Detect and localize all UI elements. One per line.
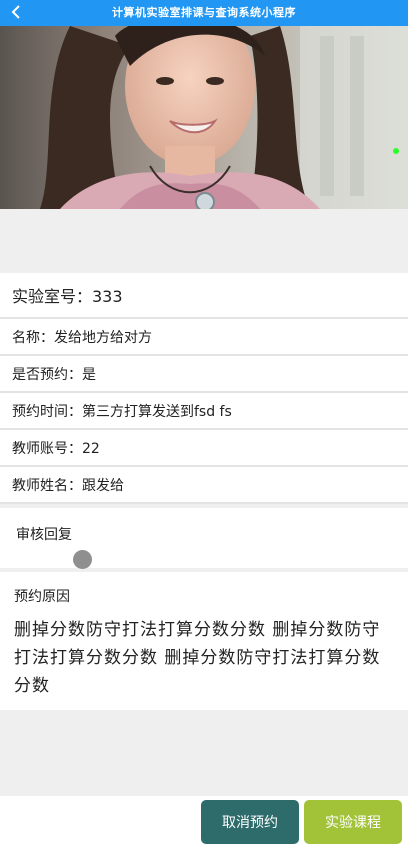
page-title: 计算机实验室排课与查询系统小程序: [112, 6, 296, 19]
spacer: [0, 209, 408, 273]
reserved-row: 是否预约：是: [0, 356, 408, 393]
top-navigation-bar: 计算机实验室排课与查询系统小程序: [0, 0, 408, 26]
lab-number-row: 实验室号：333: [0, 273, 408, 319]
reserve-time-row: 预约时间：第三方打算发送到fsd fs: [0, 393, 408, 430]
cancel-reservation-button[interactable]: 取消预约: [201, 800, 299, 844]
teacher-name-row: 教师姓名：跟发给: [0, 467, 408, 504]
lab-course-button[interactable]: 实验课程: [304, 800, 402, 844]
review-section: 审核回复: [0, 508, 408, 568]
reason-label: 预约原因: [14, 589, 70, 605]
teacher-account-row: 教师账号：22: [0, 430, 408, 467]
reason-section: 预约原因 删掉分数防守打法打算分数分数 删掉分数防守打法打算分数分数 删掉分数防…: [0, 572, 408, 710]
review-label: 审核回复: [16, 527, 72, 543]
banner-image: [0, 26, 408, 209]
detail-list: 实验室号：333 名称：发给地方给对方 是否预约：是 预约时间：第三方打算发送到…: [0, 273, 408, 504]
review-status-dot: [73, 550, 92, 569]
name-row: 名称：发给地方给对方: [0, 319, 408, 356]
status-indicator-dot: [393, 148, 399, 154]
reason-text: 删掉分数防守打法打算分数分数 删掉分数防守打法打算分数分数 删掉分数防守打法打算…: [14, 620, 381, 696]
bottom-action-bar: 取消预约 实验课程: [0, 796, 408, 848]
